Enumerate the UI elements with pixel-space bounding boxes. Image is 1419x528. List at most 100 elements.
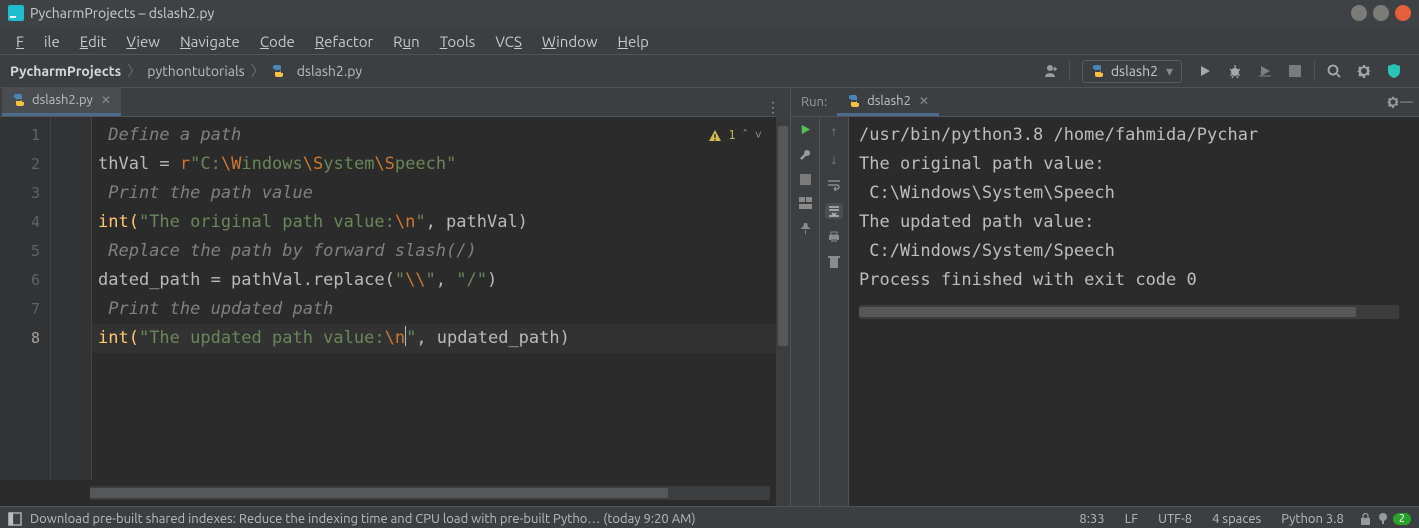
editor-horizontal-scrollbar[interactable] — [90, 486, 770, 500]
line-number: 3 — [0, 179, 40, 208]
gutter-margin — [51, 117, 92, 480]
notification-count[interactable]: 2 — [1393, 513, 1411, 525]
notification-icon[interactable] — [1377, 512, 1389, 526]
console-line: C:\Windows\System\Speech — [859, 179, 1409, 208]
status-bar: Download pre-built shared indexes: Reduc… — [0, 506, 1419, 528]
lock-icon[interactable] — [1360, 513, 1371, 526]
console-line: C:/Windows/System/Speech — [859, 237, 1409, 266]
menu-help[interactable]: Help — [608, 29, 659, 54]
pin-icon[interactable] — [799, 222, 812, 235]
chevron-down-icon: ▾ — [1166, 63, 1173, 80]
line-number: 5 — [0, 237, 40, 266]
hide-tool-window-icon[interactable]: — — [1400, 95, 1413, 109]
python-file-icon — [12, 93, 26, 107]
chevron-right-icon: 〉 — [127, 61, 141, 81]
console-line: /usr/bin/python3.8 /home/fahmida/Pychar — [859, 121, 1409, 150]
run-settings-icon[interactable] — [1386, 95, 1400, 109]
breadcrumb-root[interactable]: PycharmProjects — [10, 63, 121, 79]
trash-icon[interactable] — [828, 255, 840, 269]
console-output[interactable]: /usr/bin/python3.8 /home/fahmida/Pychar … — [849, 117, 1419, 506]
line-gutter: 1 2 3 4 5 6 7 8 — [0, 117, 51, 480]
menu-run[interactable]: Run — [383, 29, 430, 54]
line-number: 7 — [0, 295, 40, 324]
file-encoding[interactable]: UTF-8 — [1158, 512, 1192, 526]
window-titlebar: PycharmProjects – dslash2.py — [0, 0, 1419, 26]
console-horizontal-scrollbar[interactable] — [859, 305, 1399, 319]
stop-button[interactable] — [800, 174, 811, 185]
close-tab-icon[interactable]: ✕ — [919, 94, 929, 108]
soft-wrap-icon[interactable] — [827, 179, 841, 191]
run-button[interactable] — [1194, 60, 1216, 82]
line-number: 1 — [0, 121, 40, 150]
line-number-current: 8 — [0, 324, 40, 353]
window-minimize-button[interactable] — [1351, 5, 1367, 21]
debug-button[interactable] — [1224, 60, 1246, 82]
settings-button[interactable] — [1353, 60, 1375, 82]
menu-vcs[interactable]: VCS — [485, 29, 532, 54]
add-config-button[interactable] — [1039, 60, 1061, 82]
layout-icon[interactable] — [799, 197, 812, 210]
scroll-to-end-icon[interactable] — [825, 203, 843, 219]
console-line: The original path value: — [859, 150, 1409, 179]
menu-edit[interactable]: Edit — [70, 29, 117, 54]
run-coverage-button[interactable] — [1254, 60, 1276, 82]
run-secondary-toolbar: ↑ ↓ — [820, 117, 849, 506]
indent-settings[interactable]: 4 spaces — [1212, 512, 1261, 526]
close-tab-icon[interactable]: ✕ — [101, 93, 111, 107]
editor-pane: dslash2.py ✕ ⋮ 1 2 3 4 5 6 7 8 Define a … — [0, 88, 791, 506]
tool-window-toggle-icon[interactable] — [8, 512, 22, 526]
code-editor[interactable]: 1 2 3 4 5 6 7 8 Define a path thVal = r"… — [0, 117, 790, 480]
menu-code[interactable]: Code — [250, 29, 305, 54]
line-number: 2 — [0, 150, 40, 179]
separator — [1069, 61, 1070, 81]
run-title: Run: — [801, 95, 827, 109]
python-interpreter[interactable]: Python 3.8 — [1281, 512, 1344, 526]
menu-window[interactable]: Window — [532, 29, 608, 54]
python-file-icon — [847, 94, 861, 108]
inspection-count: 1 — [728, 121, 735, 150]
editor-tab-dslash2[interactable]: dslash2.py ✕ — [2, 87, 121, 116]
window-maximize-button[interactable] — [1373, 5, 1389, 21]
run-tab-label: dslash2 — [867, 94, 911, 108]
navigation-bar: PycharmProjects 〉 pythontutorials 〉 dsla… — [0, 55, 1419, 88]
print-icon[interactable] — [827, 231, 841, 243]
wrench-icon[interactable] — [798, 148, 812, 162]
search-everywhere-button[interactable] — [1323, 60, 1345, 82]
caret-position[interactable]: 8:33 — [1079, 512, 1104, 526]
breadcrumb-file[interactable]: dslash2.py — [297, 63, 362, 79]
line-separator[interactable]: LF — [1125, 512, 1138, 526]
stop-button[interactable] — [1284, 60, 1306, 82]
inspection-indicator[interactable]: 1 ˆ ˅ — [708, 121, 762, 150]
menu-refactor[interactable]: Refactor — [305, 29, 383, 54]
status-message[interactable]: Download pre-built shared indexes: Reduc… — [30, 512, 696, 526]
menu-tools[interactable]: Tools — [430, 29, 486, 54]
down-arrow-icon[interactable]: ↓ — [831, 151, 838, 167]
rerun-button[interactable] — [799, 123, 812, 136]
window-title: PycharmProjects – dslash2.py — [30, 5, 214, 21]
python-file-icon — [1091, 64, 1105, 78]
console-line: The updated path value: — [859, 208, 1409, 237]
separator — [1314, 61, 1315, 81]
breadcrumb[interactable]: PycharmProjects 〉 pythontutorials 〉 dsla… — [10, 61, 362, 81]
chevron-up-icon[interactable]: ˆ — [742, 121, 749, 150]
editor-vertical-scrollbar[interactable] — [776, 116, 790, 506]
chevron-down-icon[interactable]: ˅ — [755, 121, 762, 150]
tabs-more-icon[interactable]: ⋮ — [766, 99, 780, 116]
run-configuration-selector[interactable]: dslash2 ▾ — [1082, 60, 1182, 83]
main-menu: File Edit View Navigate Code Refactor Ru… — [0, 26, 1419, 55]
pycharm-app-icon — [8, 5, 24, 21]
menu-navigate[interactable]: Navigate — [170, 29, 250, 54]
breadcrumb-folder[interactable]: pythontutorials — [147, 63, 244, 79]
window-close-button[interactable] — [1395, 5, 1411, 21]
menu-file[interactable]: File — [6, 29, 70, 54]
run-tab-dslash2[interactable]: dslash2 ✕ — [837, 88, 939, 116]
run-tool-window: Run: dslash2 ✕ — ↑ ↓ — [791, 88, 1419, 506]
code-with-me-button[interactable] — [1383, 60, 1405, 82]
chevron-right-icon: 〉 — [251, 61, 265, 81]
run-tool-header: Run: dslash2 ✕ — — [791, 88, 1419, 117]
menu-view[interactable]: View — [116, 29, 170, 54]
up-arrow-icon[interactable]: ↑ — [831, 123, 838, 139]
line-number: 4 — [0, 208, 40, 237]
code-area[interactable]: Define a path thVal = r"C:\Windows\Syste… — [92, 117, 790, 480]
main-split: dslash2.py ✕ ⋮ 1 2 3 4 5 6 7 8 Define a … — [0, 88, 1419, 506]
